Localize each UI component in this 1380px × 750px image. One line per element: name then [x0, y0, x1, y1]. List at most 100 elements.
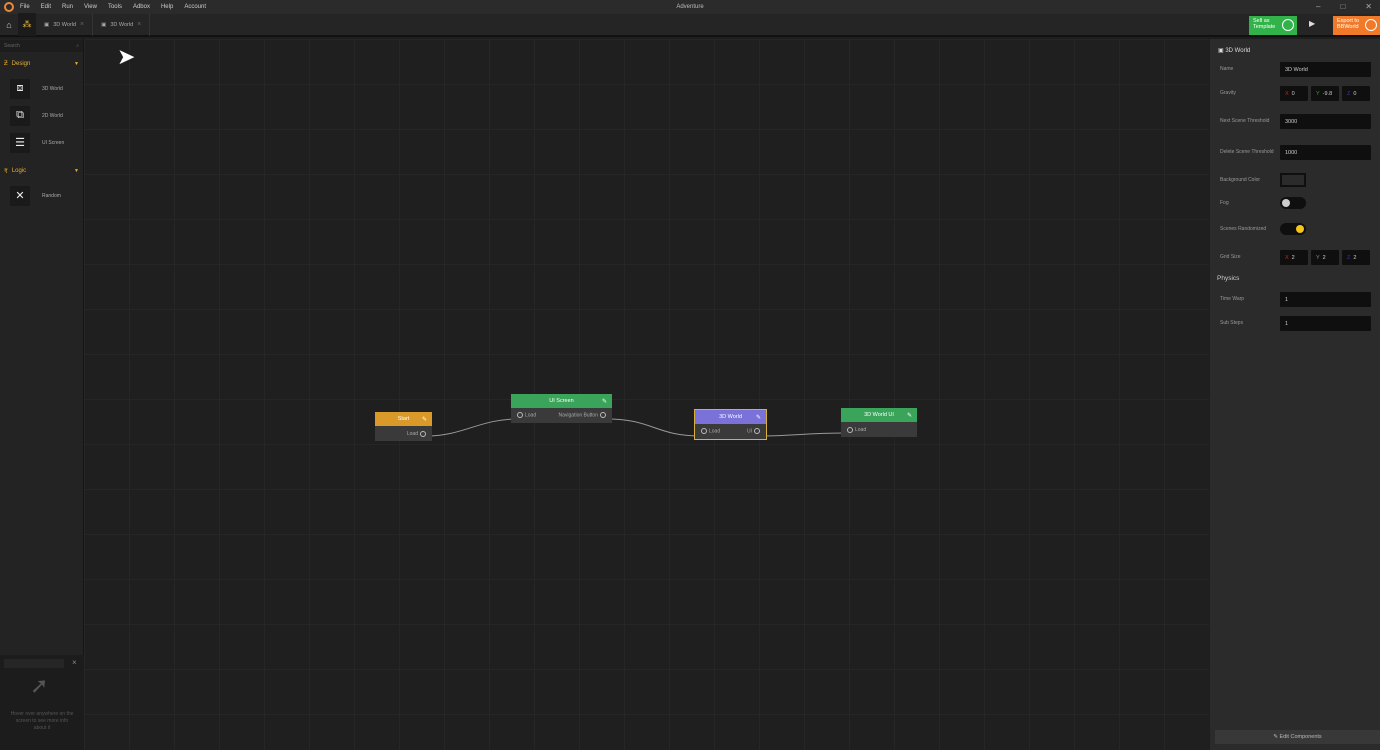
- tab-3d-world-2[interactable]: ▣ 3D World ×: [93, 13, 151, 36]
- sidebar-item-3d-world[interactable]: ⧈ 3D World: [0, 75, 83, 102]
- cart-icon: [1282, 19, 1294, 31]
- item-label: 3D World: [42, 85, 63, 92]
- scenes-randomized-label: Scenes Randomized: [1220, 225, 1267, 232]
- play-button[interactable]: ▶: [1309, 19, 1315, 28]
- edit-icon[interactable]: ✎: [602, 398, 607, 405]
- help-bar: [4, 659, 64, 668]
- port-out[interactable]: [754, 428, 760, 435]
- fog-toggle[interactable]: [1280, 197, 1306, 209]
- edit-icon[interactable]: ✎: [422, 416, 427, 423]
- menu-file[interactable]: File: [20, 4, 30, 10]
- window-title: Adventure: [676, 4, 704, 10]
- edit-icon[interactable]: ✎: [756, 414, 761, 421]
- node-title: Start: [397, 416, 410, 422]
- edit-icon[interactable]: ✎: [907, 412, 912, 419]
- next-scene-threshold-field[interactable]: 3000: [1280, 114, 1371, 129]
- menu-tools[interactable]: Tools: [108, 4, 122, 10]
- tab-label: 3D World: [53, 21, 77, 28]
- export-icon: [1365, 19, 1377, 31]
- node-3d-world-ui[interactable]: 3D World UI ✎ Load: [841, 408, 917, 437]
- menu-adbox[interactable]: Adbox: [133, 4, 150, 10]
- gravity-z-field[interactable]: Z0: [1342, 86, 1370, 101]
- ui-screen-icon: ☰: [10, 132, 30, 153]
- tab-3d-world-1[interactable]: ▣ 3D World ×: [36, 13, 94, 36]
- menu-bar: File Edit Run View Tools Adbox Help Acco…: [0, 0, 1380, 14]
- sidebar-item-ui-screen[interactable]: ☰ UI Screen: [0, 129, 83, 156]
- sidebar-item-random[interactable]: ✕ Random: [0, 182, 83, 209]
- port-out-label: Navigation Button: [558, 412, 598, 419]
- home-icon[interactable]: ⌂: [0, 13, 18, 36]
- grid-y-field[interactable]: Y2: [1311, 250, 1339, 265]
- close-tab-icon[interactable]: ×: [80, 21, 84, 28]
- grid-z-field[interactable]: Z2: [1342, 250, 1370, 265]
- maximize-icon[interactable]: □: [1340, 2, 1345, 11]
- node-3d-world[interactable]: 3D World ✎ Load UI: [694, 409, 767, 440]
- app-logo-icon: [4, 2, 14, 12]
- cube-icon: ⧈: [10, 78, 30, 99]
- minimize-icon[interactable]: –: [1316, 2, 1320, 11]
- name-field[interactable]: 3D World: [1280, 62, 1371, 77]
- background-color-swatch[interactable]: [1280, 173, 1306, 187]
- shuffle-icon: ✕: [10, 185, 30, 206]
- layers-icon: ⧉: [10, 105, 30, 126]
- section-label: Logic: [11, 168, 27, 174]
- port-in[interactable]: [847, 426, 853, 433]
- graph-view-icon[interactable]: ⁂: [18, 13, 36, 36]
- connections: [425, 418, 848, 437]
- export-button[interactable]: Export to BBWorld: [1333, 16, 1380, 35]
- menu-edit[interactable]: Edit: [41, 4, 51, 10]
- menu-help[interactable]: Help: [161, 4, 173, 10]
- port-out[interactable]: [420, 430, 426, 437]
- sub-steps-field[interactable]: 1: [1280, 316, 1371, 331]
- node-ui-screen[interactable]: UI Screen ✎ Load Navigation Button: [511, 394, 612, 423]
- port-in[interactable]: [701, 428, 707, 435]
- menu-account[interactable]: Account: [184, 4, 206, 10]
- section-logic[interactable]: ₹ Logic ▼: [0, 160, 83, 182]
- grid-x-field[interactable]: X2: [1280, 250, 1308, 265]
- port-in-label: Load: [709, 428, 721, 435]
- port-out[interactable]: [600, 412, 606, 419]
- port-out-label: UI: [747, 428, 752, 435]
- item-label: 2D World: [42, 112, 63, 119]
- edit-components-button[interactable]: ✎ Edit Components: [1215, 730, 1380, 744]
- close-icon[interactable]: ✕: [1365, 2, 1372, 11]
- help-panel: × ➚ Hover over anywhere on the screen to…: [0, 655, 84, 750]
- port-in-label: Load: [855, 426, 867, 433]
- menu-view[interactable]: View: [84, 4, 97, 10]
- wire-uiscreen-3dworld: [605, 418, 703, 437]
- tab-bar: ⌂ ⁂ ▣ 3D World × ▣ 3D World × Sell as Templat…: [0, 13, 1380, 37]
- grid-size-label: Grid Size: [1220, 254, 1241, 260]
- port-in[interactable]: [517, 412, 523, 419]
- physics-heading: Physics: [1217, 275, 1240, 282]
- properties-panel: ▣ 3D World Name 3D World Gravity X0 Y -9.8…: [1210, 39, 1380, 750]
- sidebar-item-2d-world[interactable]: ⧉ 2D World: [0, 102, 83, 129]
- sidebar: Search ⌕ Ƶ Design ▼ ⧈ 3D World ⧉ 2D World ☰ UI…: [0, 39, 84, 750]
- time-warp-label: Time Warp: [1220, 296, 1245, 302]
- next-scene-label: Next Scene Threshold: [1220, 118, 1270, 124]
- sell-as-template-button[interactable]: Sell as Template: [1249, 16, 1297, 35]
- port-in-label: Load: [525, 412, 537, 419]
- gravity-x-field[interactable]: X0: [1280, 86, 1308, 101]
- close-tab-icon[interactable]: ×: [137, 21, 141, 28]
- search-input[interactable]: Search ⌕: [0, 40, 83, 52]
- section-design[interactable]: Ƶ Design ▼: [0, 53, 83, 75]
- menu-run[interactable]: Run: [62, 4, 73, 10]
- item-label: UI Screen: [42, 139, 65, 146]
- delete-scene-label: Delete Scene Threshold: [1220, 149, 1274, 155]
- mouse-cursor-icon: ➤: [117, 44, 136, 69]
- node-start[interactable]: Start ✎ Load: [375, 412, 432, 441]
- search-icon: ⌕: [76, 43, 79, 49]
- close-help-icon[interactable]: ×: [72, 658, 77, 667]
- logic-icon: ₹: [4, 168, 8, 175]
- name-label: Name: [1220, 66, 1234, 72]
- search-placeholder: Search: [4, 43, 20, 49]
- scenes-randomized-toggle[interactable]: [1280, 223, 1306, 235]
- caret-down-icon: ▼: [74, 61, 79, 67]
- fog-label: Fog: [1220, 199, 1229, 206]
- gravity-label: Gravity: [1220, 90, 1236, 96]
- delete-scene-threshold-field[interactable]: 1000: [1280, 145, 1371, 160]
- time-warp-field[interactable]: 1: [1280, 292, 1371, 307]
- node-title: 3D World UI: [864, 412, 894, 418]
- node-graph-canvas[interactable]: Start ✎ Load UI Screen ✎ Load Navigation Bu…: [84, 39, 1209, 750]
- gravity-y-field[interactable]: Y -9.8: [1311, 86, 1339, 101]
